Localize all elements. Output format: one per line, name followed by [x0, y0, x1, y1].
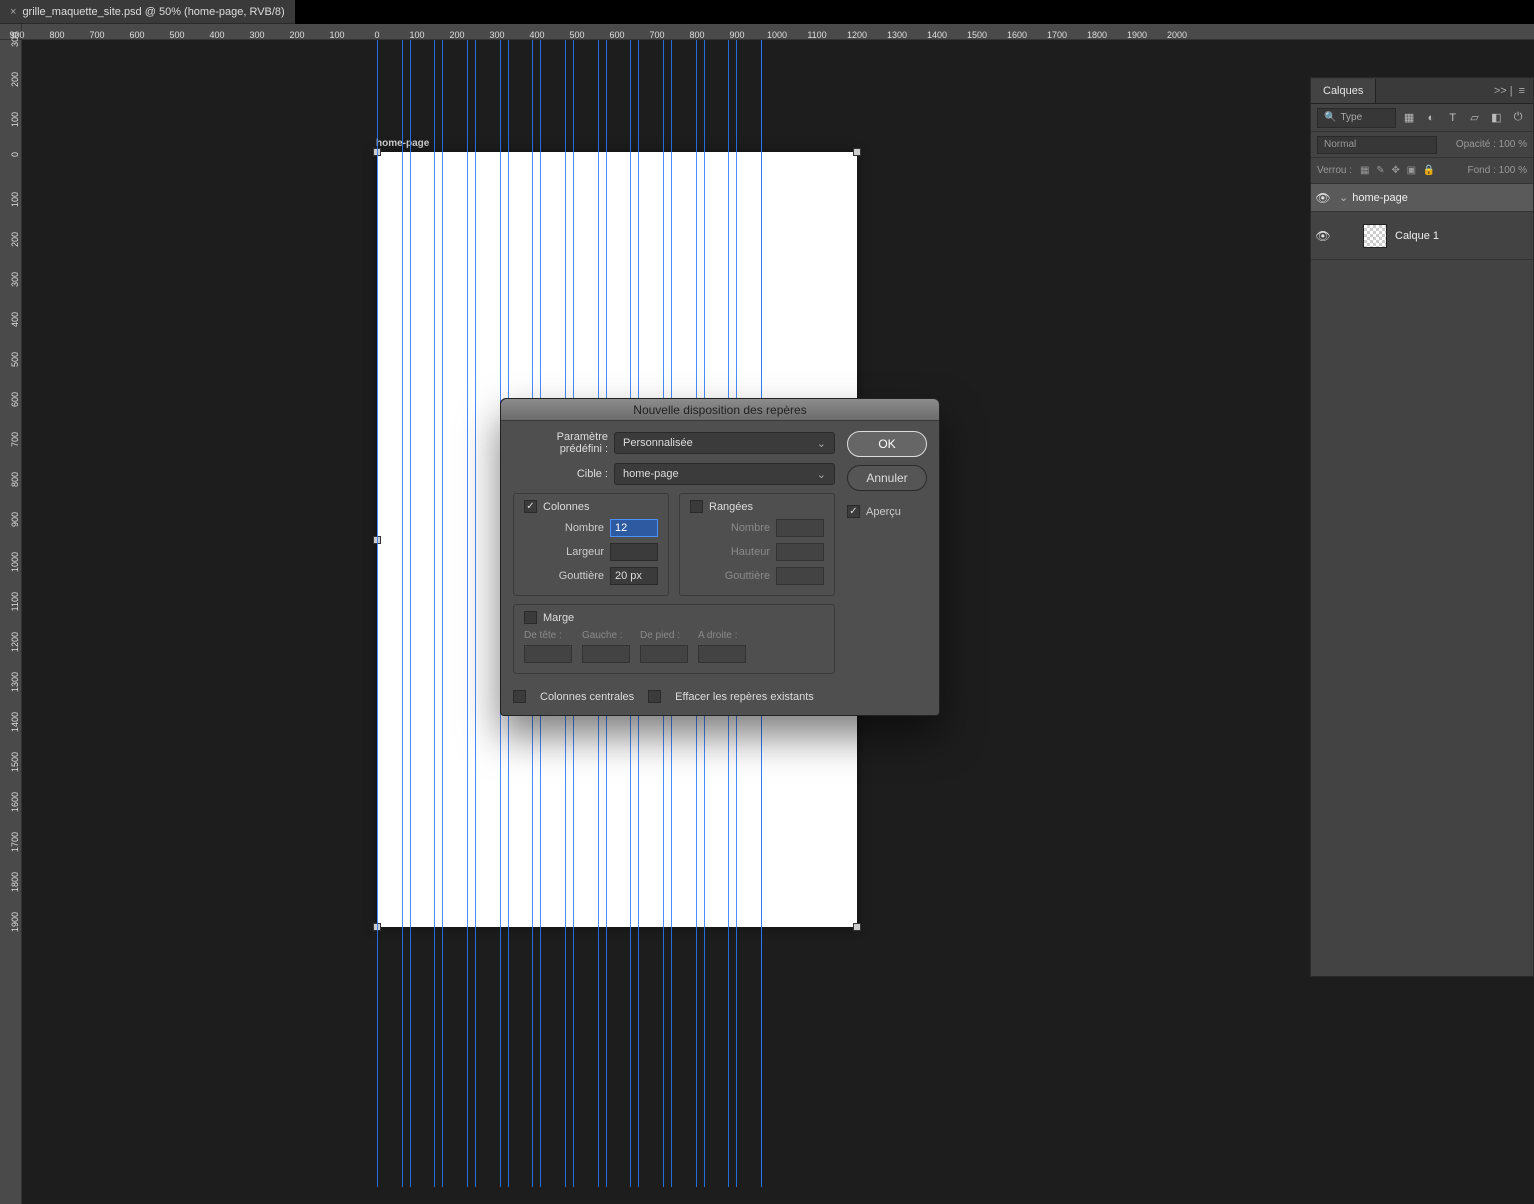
filter-shape-icon[interactable]: ▱ — [1466, 109, 1484, 127]
guide-layout-dialog: Nouvelle disposition des repères Paramèt… — [500, 398, 940, 716]
layer-group-home-page[interactable]: 👁 ⌄ home-page — [1311, 184, 1533, 212]
lock-transparency-icon[interactable]: ▦ — [1360, 165, 1369, 176]
filter-smart-icon[interactable]: ◧ — [1487, 109, 1505, 127]
document-title: grille_maquette_site.psd @ 50% (home-pag… — [22, 6, 284, 18]
document-tab[interactable]: × grille_maquette_site.psd @ 50% (home-p… — [0, 0, 295, 24]
target-select[interactable]: home-page ⌄ — [614, 463, 835, 485]
ruler-horizontal[interactable]: 9008007006005004003002001000100200300400… — [22, 24, 1534, 40]
rows-checkbox[interactable] — [690, 500, 703, 513]
target-label: Cible : — [513, 468, 608, 480]
lock-image-icon[interactable]: ✎ — [1376, 165, 1384, 176]
guide-vertical[interactable] — [442, 40, 443, 1187]
layer-calque-1[interactable]: 👁 Calque 1 — [1311, 212, 1533, 260]
columns-checkbox[interactable] — [524, 500, 537, 513]
artboard-label[interactable]: home-page — [376, 138, 429, 149]
columns-fieldset: Colonnes Nombre Largeur Gouttière — [513, 493, 669, 596]
chevron-down-icon: ⌄ — [817, 437, 826, 450]
blend-mode-select[interactable]: Normal — [1317, 136, 1437, 154]
lock-artboard-icon[interactable]: ▣ — [1407, 165, 1416, 176]
margin-fieldset: Marge De tête : Gauche : De pied : A dro… — [513, 604, 835, 674]
filter-adjust-icon[interactable]: ◐ — [1422, 109, 1440, 127]
clear-guides-checkbox[interactable] — [648, 690, 661, 703]
lock-all-icon[interactable]: 🔒 — [1423, 165, 1435, 176]
panel-menu-icon[interactable]: ≡ — [1519, 85, 1525, 97]
guide-vertical[interactable] — [402, 40, 403, 1187]
rows-height-input — [776, 543, 824, 561]
margin-top-input — [524, 645, 572, 663]
artboard-handle-br[interactable] — [853, 923, 861, 931]
visibility-icon[interactable]: 👁 — [1311, 191, 1335, 205]
preset-select[interactable]: Personnalisée ⌄ — [614, 432, 835, 454]
layer-filter-kind[interactable]: 🔍 Type — [1317, 108, 1396, 128]
search-icon: 🔍 — [1324, 112, 1336, 123]
margin-bottom-input — [640, 645, 688, 663]
lock-icons[interactable]: ▦ ✎ ✥ ▣ 🔒 — [1358, 165, 1437, 176]
ok-button[interactable]: OK — [847, 431, 927, 457]
twisty-icon[interactable]: ⌄ — [1339, 191, 1348, 204]
ruler-vertical[interactable]: 3002001000100200300400500600700800900100… — [0, 40, 22, 1204]
columns-count-input[interactable] — [610, 519, 658, 537]
cancel-button[interactable]: Annuler — [847, 465, 927, 491]
preview-checkbox[interactable] — [847, 505, 860, 518]
layer-thumbnail[interactable] — [1363, 224, 1387, 248]
guide-vertical[interactable] — [377, 40, 378, 1187]
chevron-down-icon: ⌄ — [817, 468, 826, 481]
guide-vertical[interactable] — [467, 40, 468, 1187]
preset-label: Paramètre prédéfini : — [513, 431, 608, 455]
columns-width-input[interactable] — [610, 543, 658, 561]
rows-gutter-input — [776, 567, 824, 585]
layers-panel: Calques >> | ≡ 🔍 Type ▦ ◐ T ▱ ◧ ⏻ Normal… — [1310, 77, 1534, 977]
filter-toggle[interactable]: ⏻ — [1509, 109, 1527, 127]
dialog-title: Nouvelle disposition des repères — [501, 399, 939, 421]
guide-vertical[interactable] — [434, 40, 435, 1187]
rows-fieldset: Rangées Nombre Hauteur Gouttière — [679, 493, 835, 596]
close-icon[interactable]: × — [10, 6, 16, 18]
margin-checkbox[interactable] — [524, 611, 537, 624]
guide-vertical[interactable] — [475, 40, 476, 1187]
filter-type-icon[interactable]: T — [1444, 109, 1462, 127]
artboard-handle-tr[interactable] — [853, 148, 861, 156]
guide-vertical[interactable] — [410, 40, 411, 1187]
lock-position-icon[interactable]: ✥ — [1391, 165, 1399, 176]
rows-count-input — [776, 519, 824, 537]
panel-collapse-icon[interactable]: >> | — [1494, 85, 1513, 97]
margin-right-input — [698, 645, 746, 663]
centered-columns-checkbox[interactable] — [513, 690, 526, 703]
columns-gutter-input[interactable] — [610, 567, 658, 585]
filter-pixel-icon[interactable]: ▦ — [1400, 109, 1418, 127]
margin-left-input — [582, 645, 630, 663]
tab-layers[interactable]: Calques — [1311, 79, 1376, 103]
visibility-icon[interactable]: 👁 — [1311, 229, 1335, 243]
